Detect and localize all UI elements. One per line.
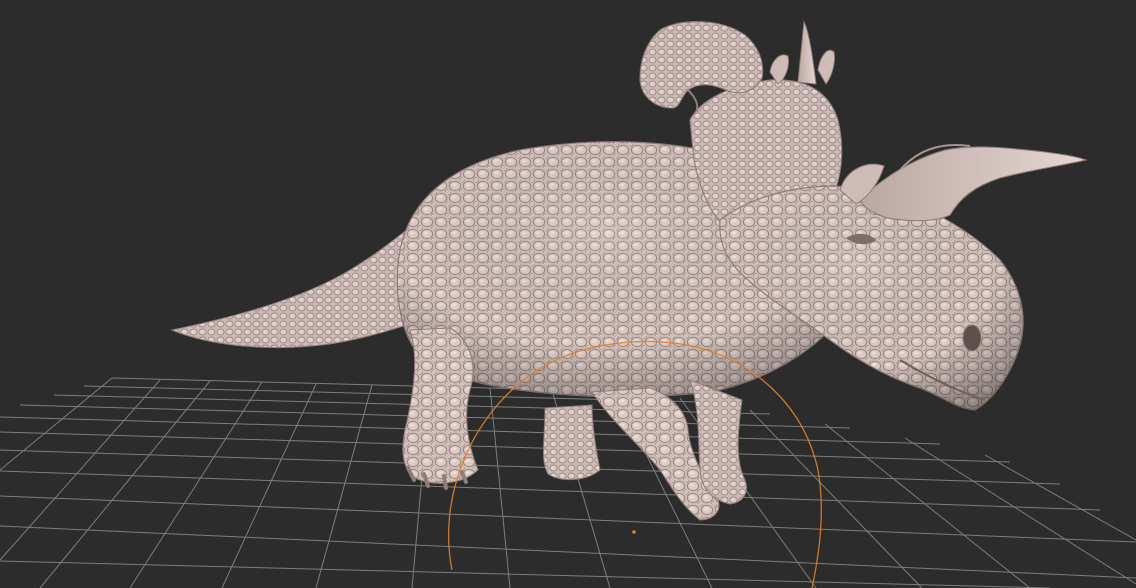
model-back-leg-near	[402, 327, 479, 484]
dinosaur-model[interactable]	[170, 20, 1088, 521]
model-nostril	[962, 324, 982, 352]
scene-canvas[interactable]	[0, 0, 1136, 588]
gizmo-pivot-point	[632, 530, 636, 534]
model-brow-horn	[859, 146, 1088, 222]
model-frill-spike	[797, 20, 817, 85]
viewport-3d[interactable]	[0, 0, 1136, 588]
model-back-leg-far	[542, 404, 601, 480]
